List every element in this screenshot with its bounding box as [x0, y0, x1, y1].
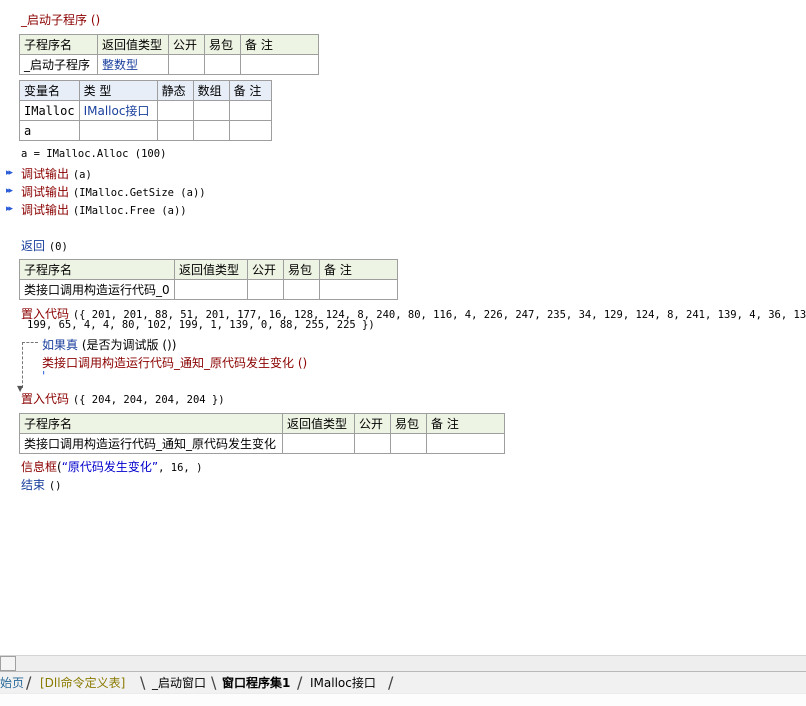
code-line-alloc[interactable]: a = IMalloc.Alloc (100) [21, 148, 166, 160]
cell-var-array[interactable] [192, 100, 230, 121]
if-true-keyword: 如果真 [42, 338, 79, 352]
cell-var-remark[interactable] [228, 120, 272, 141]
col-header-sub-name: 子程序名 [19, 413, 283, 434]
msgbox-keyword: 信息框 [21, 460, 58, 474]
col-header-public: 公开 [168, 34, 205, 55]
msgbox-string: “原代码发生变化” [61, 460, 159, 474]
tab-separator: / [26, 673, 32, 692]
sub-table-construct: 子程序名 返回值类型 公开 易包 备 注 类接口调用构造运行代码_0 [19, 259, 398, 300]
col-header-static: 静态 [156, 80, 194, 101]
code-line-debug-1[interactable]: 调试输出 (a) [21, 165, 92, 182]
col-header-remark: 备 注 [240, 34, 319, 55]
code-line-return[interactable]: 返回 (0) [21, 237, 68, 254]
end-keyword: 结束 [21, 478, 46, 492]
tab-separator: / [388, 673, 394, 692]
status-strip [0, 693, 806, 706]
debug-output-args: (a) [72, 169, 92, 181]
var-table: 变量名 类 型 静态 数组 备 注 IMalloc IMalloc接口 a [19, 80, 272, 141]
col-header-var-name: 变量名 [19, 80, 80, 101]
code-line-if-body[interactable]: 类接口调用构造运行代码_通知_原代码发生变化 () [42, 354, 307, 371]
tab-separator: \ [211, 673, 217, 692]
cell-return-type[interactable] [282, 433, 355, 454]
breakpoint-arrow-icon[interactable]: ▸▸ [6, 168, 18, 178]
col-header-public: 公开 [354, 413, 391, 434]
debug-output-keyword: 调试输出 [21, 167, 70, 181]
cell-public[interactable] [168, 54, 205, 75]
sub-table-notify: 子程序名 返回值类型 公开 易包 备 注 类接口调用构造运行代码_通知_原代码发… [19, 413, 505, 454]
col-header-remark: 备 注 [426, 413, 505, 434]
document-tab-bar: 始页 / [Dll命令定义表] \ _启动窗口 \ 窗口程序集1 / IMall… [0, 671, 806, 694]
horizontal-scrollbar[interactable] [0, 655, 806, 671]
scrollbar-thumb[interactable] [0, 656, 16, 671]
if-condition: (是否为调试版 ()) [81, 338, 177, 352]
end-args: () [48, 480, 62, 492]
col-header-array: 数组 [192, 80, 230, 101]
col-header-return-type: 返回值类型 [282, 413, 355, 434]
embed-code-bytes: ({ 204, 204, 204, 204 }) [72, 394, 225, 406]
col-header-easy-pkg: 易包 [283, 259, 320, 280]
col-header-easy-pkg: 易包 [204, 34, 241, 55]
cell-var-type[interactable] [78, 120, 158, 141]
debug-output-args: (IMalloc.Free (a)) [72, 205, 187, 217]
col-header-public: 公开 [247, 259, 284, 280]
code-line-embed-1-cont[interactable]: 199, 65, 4, 4, 80, 102, 199, 1, 139, 0, … [27, 319, 375, 331]
cell-remark[interactable] [240, 54, 319, 75]
code-line-debug-3[interactable]: 调试输出 (IMalloc.Free (a)) [21, 201, 187, 218]
tab-dll-commands[interactable]: [Dll命令定义表] [40, 674, 125, 692]
msgbox-args: , 16, ) [158, 462, 203, 474]
col-header-sub-name: 子程序名 [19, 259, 175, 280]
code-line-if-end[interactable]: ' [42, 369, 45, 383]
col-header-sub-name: 子程序名 [19, 34, 98, 55]
cell-sub-name[interactable]: 类接口调用构造运行代码_0 [19, 279, 175, 300]
cell-var-array[interactable] [192, 120, 230, 141]
embed-code-keyword: 置入代码 [21, 392, 70, 406]
tab-imalloc-interface[interactable]: IMalloc接口 [310, 674, 376, 692]
breakpoint-arrow-icon[interactable]: ▸▸ [6, 204, 18, 214]
code-line-end[interactable]: 结束 () [21, 476, 62, 493]
flow-line [22, 342, 23, 388]
return-args: (0) [48, 241, 68, 253]
col-header-remark: 备 注 [319, 259, 398, 280]
tab-start-window[interactable]: _启动窗口 [152, 674, 206, 692]
cell-easy-pkg[interactable] [283, 279, 320, 300]
cell-return-type[interactable] [174, 279, 248, 300]
col-header-var-remark: 备 注 [228, 80, 272, 101]
code-line-msgbox[interactable]: 信息框(“原代码发生变化”, 16, ) [21, 458, 202, 475]
code-line-if[interactable]: 如果真 (是否为调试版 ()) [42, 336, 176, 353]
tab-separator: / [297, 673, 303, 692]
sub-call-start[interactable]: _启动子程序 () [21, 11, 100, 28]
tab-home[interactable]: 始页 [0, 674, 24, 692]
cell-var-name[interactable]: IMalloc [19, 100, 80, 121]
return-keyword: 返回 [21, 239, 46, 253]
cell-var-static[interactable] [156, 120, 194, 141]
cell-remark[interactable] [426, 433, 505, 454]
debug-output-keyword: 调试输出 [21, 185, 70, 199]
cell-var-remark[interactable] [228, 100, 272, 121]
debug-output-args: (IMalloc.GetSize (a)) [72, 187, 206, 199]
sub-table-start: 子程序名 返回值类型 公开 易包 备 注 _启动子程序 整数型 [19, 34, 319, 75]
cell-var-type[interactable]: IMalloc接口 [78, 100, 158, 121]
cell-public[interactable] [354, 433, 391, 454]
cell-easy-pkg[interactable] [204, 54, 241, 75]
cell-sub-name[interactable]: 类接口调用构造运行代码_通知_原代码发生变化 [19, 433, 283, 454]
col-header-return-type: 返回值类型 [97, 34, 169, 55]
col-header-return-type: 返回值类型 [174, 259, 248, 280]
col-header-type: 类 型 [78, 80, 158, 101]
cell-public[interactable] [247, 279, 284, 300]
cell-return-type[interactable]: 整数型 [97, 54, 169, 75]
debug-output-keyword: 调试输出 [21, 203, 70, 217]
code-line-debug-2[interactable]: 调试输出 (IMalloc.GetSize (a)) [21, 183, 206, 200]
cell-var-static[interactable] [156, 100, 194, 121]
tab-separator: \ [140, 673, 146, 692]
cell-sub-name[interactable]: _启动子程序 [19, 54, 98, 75]
cell-easy-pkg[interactable] [390, 433, 427, 454]
cell-var-name[interactable]: a [19, 120, 80, 141]
breakpoint-arrow-icon[interactable]: ▸▸ [6, 186, 18, 196]
col-header-easy-pkg: 易包 [390, 413, 427, 434]
code-line-embed-2[interactable]: 置入代码 ({ 204, 204, 204, 204 }) [21, 390, 225, 407]
flow-line [22, 342, 38, 343]
cell-remark[interactable] [319, 279, 398, 300]
tab-window-program-set[interactable]: 窗口程序集1 [222, 674, 290, 692]
